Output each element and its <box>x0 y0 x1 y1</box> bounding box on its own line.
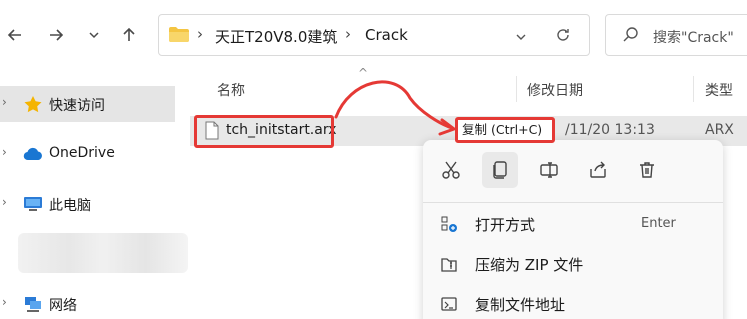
annotation-arrow <box>334 80 456 136</box>
